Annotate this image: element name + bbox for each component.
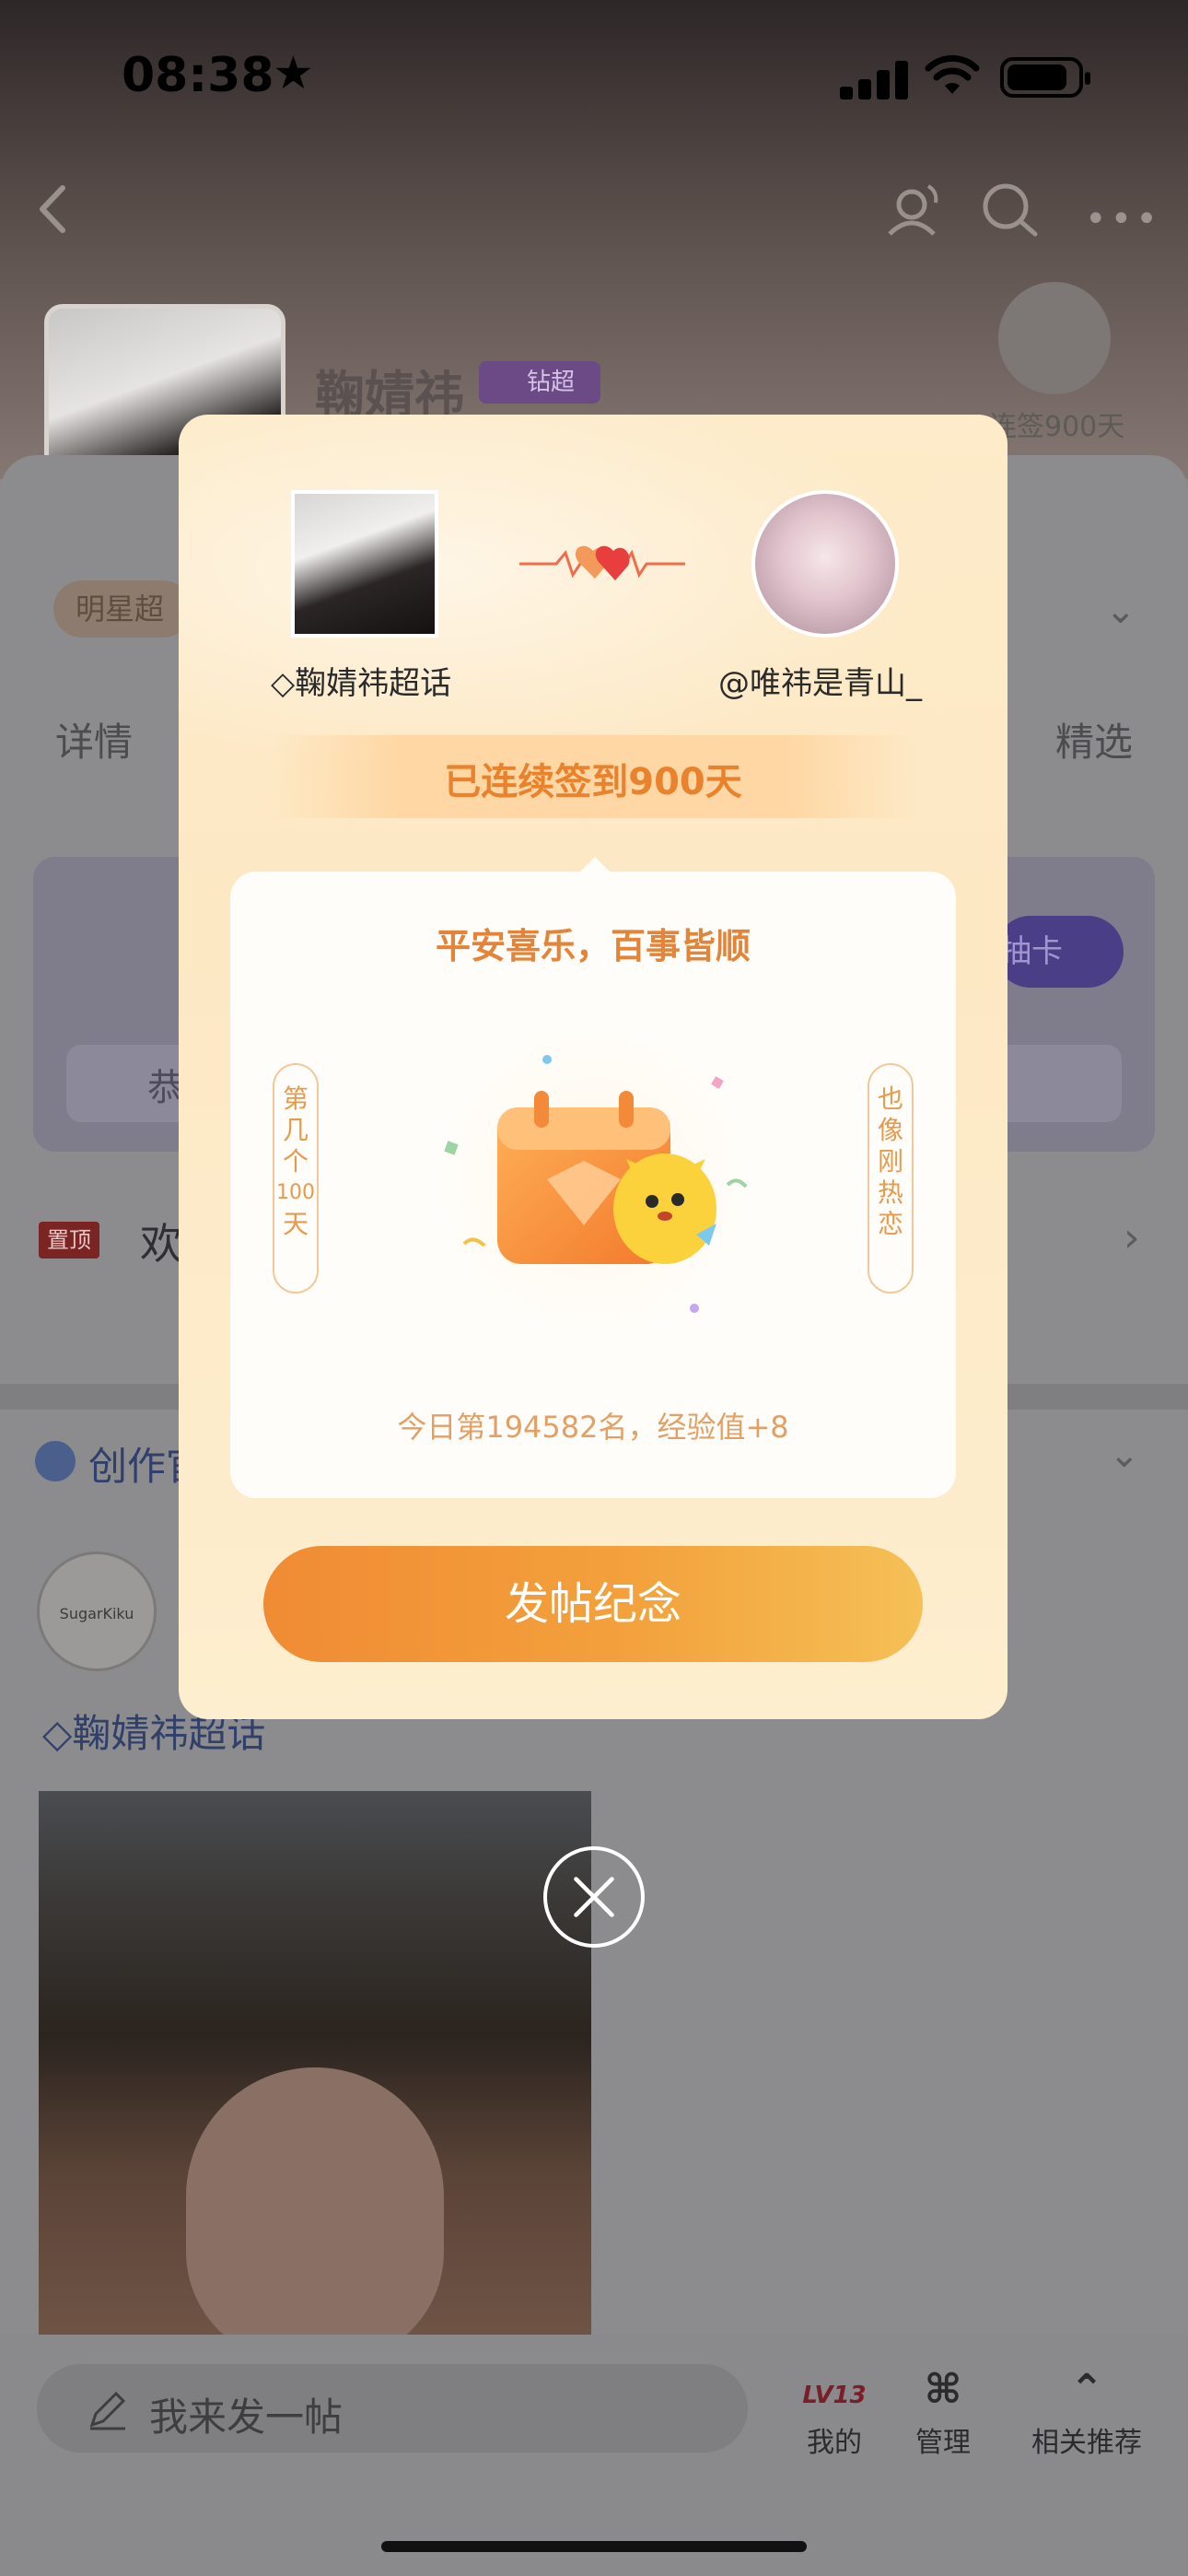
home-indicator: [381, 2541, 807, 2552]
right-banner-char: 像: [877, 1115, 903, 1145]
post-commemorate-button[interactable]: 发帖纪念: [263, 1546, 923, 1662]
post-image-subject: [186, 2067, 444, 2335]
mine-label: 我的: [807, 2427, 862, 2459]
blessing-text: 平安喜乐，百事皆顺: [435, 926, 751, 966]
post-author-avatar[interactable]: SugarKiku: [37, 1551, 157, 1671]
topic-name: ◇鞠婧祎超话: [271, 665, 452, 702]
diamond-badge: 钻超: [479, 361, 600, 404]
left-vertical-banner: 第 几 个 100 天: [273, 1063, 319, 1294]
level-label: LV13: [802, 2382, 867, 2409]
rank-text: 今日第194582名，经验值+8: [397, 1410, 789, 1445]
bottom-manage-button[interactable]: ⌘ 管理: [897, 2360, 989, 2460]
left-banner-char: 100: [276, 1181, 315, 1204]
diamond-badge-label: 钻超: [527, 369, 576, 396]
creator-badge-icon: [35, 1441, 76, 1481]
post-image[interactable]: [39, 1791, 591, 2335]
checkin-label: 连签900天: [989, 411, 1125, 443]
left-banner-char: 天: [282, 1209, 309, 1239]
chevron-down-icon[interactable]: ⌄: [1105, 590, 1136, 632]
heartbeat-hearts-icon: [519, 545, 685, 580]
recommend-icon: ⌃: [1069, 2366, 1104, 2413]
checkin-calendar-icon[interactable]: [998, 282, 1111, 394]
recommend-label: 相关推荐: [1031, 2427, 1142, 2459]
checkin-modal: ◇鞠婧祎超话 @唯祎是青山_ 已连续签到900天 平安喜乐，百事皆顺 第 几 个…: [179, 415, 1007, 1719]
topic-avatar-small: [291, 490, 438, 638]
chevron-right-icon[interactable]: ›: [1124, 1214, 1140, 1261]
back-arrow-icon[interactable]: [26, 177, 81, 241]
right-banner-char: 热: [877, 1177, 903, 1208]
compose-placeholder: 我来发一帖: [149, 2395, 344, 2440]
pencil-icon: [89, 2391, 126, 2430]
status-bar: 08:38 ★: [0, 0, 1188, 157]
group-chat-icon[interactable]: [875, 177, 949, 241]
streak-text: 已连续签到900天: [444, 761, 742, 803]
bottom-recommend-button[interactable]: ⌃ 相关推荐: [1022, 2360, 1151, 2460]
right-vertical-banner: 也 像 刚 热 恋: [868, 1063, 914, 1294]
manage-label: 管理: [915, 2427, 971, 2459]
right-banner-char: 刚: [877, 1146, 903, 1177]
user-level-icon: LV13: [788, 2360, 880, 2419]
status-time: 08:38: [122, 48, 274, 103]
user-avatar: [751, 490, 899, 638]
chevron-down-icon[interactable]: ⌄: [1109, 1434, 1140, 1476]
bottom-mine-button[interactable]: LV13 我的: [788, 2360, 880, 2460]
compose-input[interactable]: [37, 2364, 748, 2453]
pinned-badge: 置顶: [39, 1222, 99, 1259]
right-banner-char: 恋: [877, 1209, 903, 1239]
user-name: @唯祎是青山_: [718, 665, 922, 702]
draw-card-button[interactable]: 抽卡: [995, 916, 1124, 988]
search-icon[interactable]: [976, 177, 1046, 241]
tab-detail[interactable]: 详情: [55, 711, 133, 767]
battery-icon: [1000, 57, 1090, 98]
left-banner-char: 个: [282, 1146, 309, 1177]
tab-select[interactable]: 精选: [1055, 711, 1133, 767]
calendar-mascot-illustration: [423, 1009, 763, 1350]
focus-star-icon: ★: [273, 46, 314, 100]
more-icon[interactable]: •••: [1085, 198, 1161, 240]
star-tag[interactable]: 明星超: [53, 580, 192, 638]
wifi-icon: [925, 54, 980, 94]
close-icon[interactable]: [543, 1846, 645, 1948]
pinned-title[interactable]: 欢: [140, 1211, 182, 1271]
signal-icon: [840, 61, 910, 100]
right-banner-char: 也: [877, 1083, 903, 1114]
left-banner-char: 几: [282, 1115, 309, 1145]
left-banner-char: 第: [282, 1083, 309, 1114]
manage-icon: ⌘: [924, 2366, 962, 2413]
topic-name-text: 鞠婧祎超话: [295, 665, 452, 702]
